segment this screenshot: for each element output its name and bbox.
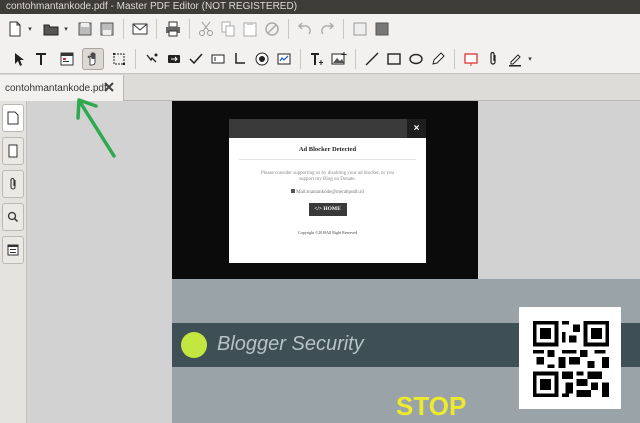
underline-text-icon[interactable] [229, 48, 251, 70]
delete-icon[interactable] [261, 18, 283, 40]
separator [355, 48, 356, 69]
crop-icon[interactable] [108, 48, 130, 70]
text-select-icon[interactable] [30, 48, 52, 70]
annotation-arrow-icon [76, 98, 116, 158]
save-icon[interactable] [74, 18, 96, 40]
modal-divider [239, 159, 416, 160]
line-icon[interactable] [361, 48, 383, 70]
search-icon[interactable] [2, 203, 24, 231]
redo-icon[interactable] [316, 18, 338, 40]
modal-mail-text: Mail:mantankode@merahputih.id [296, 190, 364, 195]
separator [454, 48, 455, 69]
edit-object-icon[interactable] [141, 48, 163, 70]
window-icon[interactable] [349, 18, 371, 40]
modal-copyright: Copyright ©2018All Right Reserved [297, 230, 358, 235]
separator [123, 19, 124, 39]
main-toolbar: ▾ ▾ [0, 14, 640, 44]
adblock-modal: × Ad Blocker Detected Please consider su… [229, 119, 426, 263]
window-titlebar: contohmantankode.pdf - Master PDF Editor… [0, 0, 640, 14]
modal-header: × [229, 119, 426, 138]
bookmarks-icon[interactable] [2, 137, 24, 165]
save-as-icon[interactable] [96, 18, 118, 40]
print-icon[interactable] [162, 18, 184, 40]
separator [135, 48, 136, 69]
home-button[interactable]: </> HOME [308, 203, 347, 216]
qr-code [519, 307, 621, 409]
select-arrow-icon[interactable] [8, 48, 30, 70]
undo-icon[interactable] [294, 18, 316, 40]
separator [288, 19, 289, 39]
new-dropdown-icon[interactable]: ▾ [26, 18, 34, 40]
tools-toolbar: ▾ [0, 44, 640, 74]
radio-button-icon[interactable] [251, 48, 273, 70]
signature-icon[interactable] [273, 48, 295, 70]
modal-message: Please consider supporting us by disabli… [261, 171, 394, 182]
ellipse-icon[interactable] [405, 48, 427, 70]
paste-icon[interactable] [239, 18, 261, 40]
side-panel [0, 101, 27, 423]
cut-icon[interactable] [195, 18, 217, 40]
copy-icon[interactable] [217, 18, 239, 40]
add-image-icon[interactable] [328, 48, 350, 70]
new-document-icon[interactable] [4, 18, 26, 40]
home-button-label: HOME [323, 206, 341, 212]
layers-icon[interactable] [2, 236, 24, 264]
separator [189, 19, 190, 39]
open-dropdown-icon[interactable]: ▾ [62, 18, 70, 40]
banner-text: Blogger Security [217, 333, 364, 355]
tab-key-icon[interactable] [163, 48, 185, 70]
form-icon[interactable] [56, 48, 78, 70]
stamp-icon[interactable] [460, 48, 482, 70]
mail-checkbox-icon [291, 189, 296, 193]
modal-close-button[interactable]: × [407, 119, 426, 138]
code-icon: </> [314, 206, 324, 212]
modal-title: Ad Blocker Detected [298, 146, 357, 153]
separator [300, 48, 301, 69]
hand-tool-icon[interactable] [82, 47, 104, 70]
open-folder-icon[interactable] [40, 18, 62, 40]
page-gray-section: Blogger Security STOP [172, 279, 640, 423]
qr-code-icon [533, 321, 609, 397]
pages-icon[interactable] [2, 104, 24, 132]
highlight-dropdown-icon[interactable]: ▾ [526, 48, 534, 70]
rectangle-icon[interactable] [383, 48, 405, 70]
separator [343, 19, 344, 39]
separator [156, 19, 157, 39]
green-dot-icon [181, 332, 207, 358]
attach-icon[interactable] [482, 48, 504, 70]
text-field-icon[interactable] [207, 48, 229, 70]
add-text-icon[interactable] [306, 48, 328, 70]
attachments-icon[interactable] [2, 170, 24, 198]
check-icon[interactable] [185, 48, 207, 70]
modal-mail: Mail:mantankode@merahputih.id [229, 189, 426, 195]
window-title: contohmantankode.pdf - Master PDF Editor… [6, 1, 298, 12]
highlight-icon[interactable] [504, 48, 526, 70]
black-square-icon[interactable] [371, 18, 393, 40]
pencil-icon[interactable] [427, 48, 449, 70]
email-icon[interactable] [129, 18, 151, 40]
stop-text: STOP [396, 391, 467, 421]
